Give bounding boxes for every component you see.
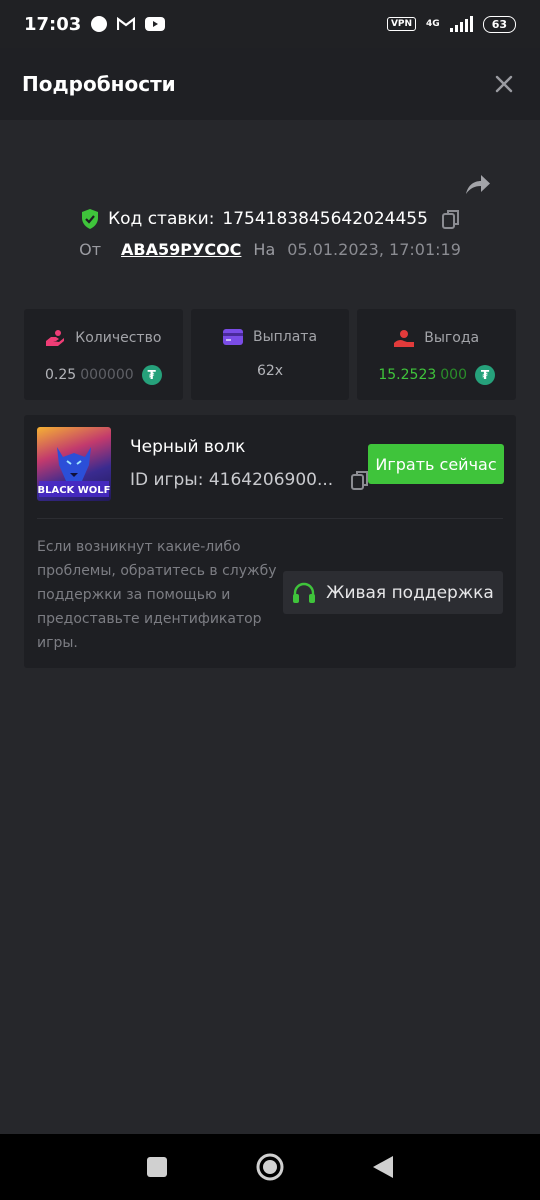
profit-value-main: 15.2523 bbox=[378, 367, 437, 383]
payout-value: 62x bbox=[256, 363, 284, 379]
stat-payout: Выплата 62x bbox=[190, 309, 350, 400]
on-label: На bbox=[253, 240, 276, 259]
tether-icon: ₮ bbox=[475, 365, 495, 385]
support-help-text: Если возникнут какие-либо проблемы, обра… bbox=[37, 539, 277, 651]
square-icon bbox=[146, 1157, 167, 1177]
profit-hand-icon bbox=[394, 330, 415, 347]
game-thumb-caption: BLACK WOLF bbox=[37, 485, 110, 496]
copy-icon bbox=[441, 210, 459, 229]
vpn-indicator: VPN bbox=[386, 17, 417, 31]
quantity-value-tail: 000000 bbox=[80, 367, 134, 383]
gmail-icon bbox=[117, 17, 136, 30]
profit-label: Выгода bbox=[424, 330, 480, 346]
network-type: 4G bbox=[426, 19, 440, 29]
copy-game-id-button[interactable] bbox=[351, 470, 369, 490]
bet-code-line: Код ставки: 1754183845642024455 bbox=[0, 208, 540, 230]
battery-indicator: 63 bbox=[482, 15, 516, 33]
bet-stats: Количество 0.25 000000 ₮ Выплата 62x Выго… bbox=[24, 309, 517, 400]
home-button[interactable] bbox=[250, 1147, 290, 1187]
status-time: 17:03 bbox=[24, 13, 82, 35]
game-name: Черный волк bbox=[130, 437, 246, 457]
from-user-link[interactable]: АВА59РУСОС bbox=[121, 240, 241, 259]
stat-profit: Выгода 15.2523 000 ₮ bbox=[357, 309, 517, 400]
bet-code-value: 1754183845642024455 bbox=[222, 209, 428, 229]
signal-icon bbox=[449, 16, 473, 32]
profit-value-tail: 000 bbox=[440, 367, 467, 383]
shield-check-icon bbox=[82, 209, 99, 229]
card-icon bbox=[222, 329, 243, 345]
play-now-button[interactable]: Играть сейчас bbox=[368, 444, 504, 484]
back-triangle-icon bbox=[373, 1156, 394, 1178]
headset-icon bbox=[293, 582, 316, 603]
notification-dot-icon bbox=[91, 16, 108, 32]
live-support-label: Живая поддержка bbox=[326, 582, 494, 603]
from-label: От bbox=[79, 240, 102, 259]
share-icon bbox=[466, 175, 490, 194]
close-icon bbox=[495, 75, 513, 93]
divider bbox=[37, 518, 503, 519]
hand-coins-icon bbox=[46, 330, 65, 346]
live-support-button[interactable]: Живая поддержка bbox=[283, 571, 503, 614]
game-card: BLACK WOLF Черный волк ID игры: 41642069… bbox=[24, 415, 516, 668]
stat-quantity: Количество 0.25 000000 ₮ bbox=[24, 309, 183, 400]
home-circle-icon bbox=[256, 1153, 284, 1181]
copy-icon bbox=[351, 471, 369, 490]
payout-label: Выплата bbox=[252, 329, 318, 345]
game-id-line: ID игры: 4164206900... bbox=[130, 470, 369, 490]
bet-code-label: Код ставки: bbox=[108, 209, 215, 229]
bet-date: 05.01.2023, 17:01:19 bbox=[287, 240, 461, 259]
wolf-image-icon: BLACK WOLF bbox=[37, 447, 111, 497]
bet-from-line: От АВА59РУСОС На 05.01.2023, 17:01:19 bbox=[0, 240, 540, 259]
close-button[interactable] bbox=[490, 70, 518, 98]
status-bar: 17:03 VPN 4G 63 bbox=[0, 0, 540, 48]
quantity-label: Количество bbox=[75, 330, 162, 346]
game-id: ID игры: 4164206900... bbox=[130, 470, 334, 490]
system-nav-bar bbox=[0, 1134, 540, 1200]
quantity-value-main: 0.25 bbox=[45, 367, 77, 383]
copy-bet-code-button[interactable] bbox=[441, 209, 460, 229]
tether-icon: ₮ bbox=[141, 365, 162, 385]
game-thumbnail[interactable]: BLACK WOLF bbox=[37, 427, 111, 501]
youtube-icon bbox=[145, 17, 166, 31]
recent-apps-button[interactable] bbox=[137, 1147, 177, 1187]
page-title: Подробности bbox=[22, 72, 176, 96]
share-button[interactable] bbox=[462, 170, 492, 198]
details-header: Подробности bbox=[0, 48, 540, 120]
back-button[interactable] bbox=[363, 1147, 403, 1187]
